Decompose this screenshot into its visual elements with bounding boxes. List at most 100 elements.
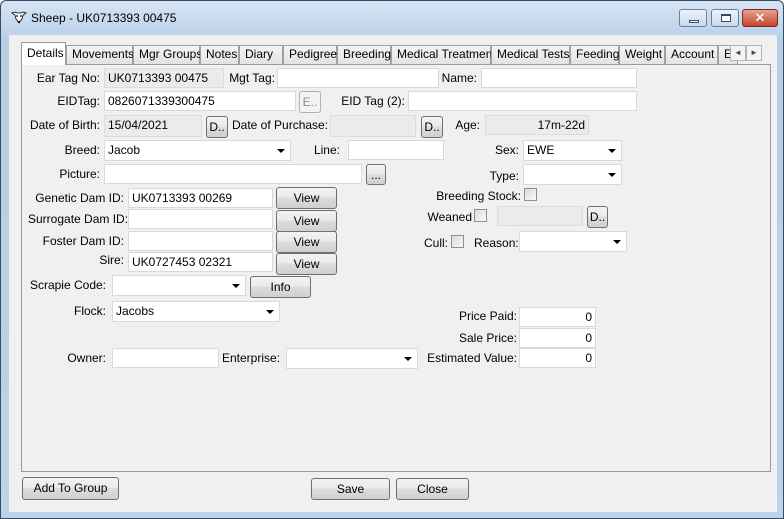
chevron-down-icon — [232, 284, 240, 288]
details-panel: Ear Tag No: UK0713393 00475 Mgt Tag: Nam… — [21, 64, 771, 472]
tab-movements[interactable]: Movements — [66, 45, 134, 64]
flock-value: Jacobs — [116, 304, 155, 318]
flock-label: Flock: — [73, 304, 106, 318]
name-field[interactable] — [481, 68, 637, 88]
close-window-button[interactable]: ✕ — [742, 9, 778, 27]
weaned-date-picker-button[interactable]: D.. — [587, 206, 608, 228]
breeding-stock-checkbox[interactable] — [524, 188, 537, 201]
tab-scroll-right-button[interactable]: ► — [746, 45, 762, 61]
tab-notes[interactable]: Notes — [200, 45, 239, 64]
enterprise-dropdown[interactable] — [286, 348, 418, 369]
eid-tag2-label: EID Tag (2): — [341, 94, 405, 108]
browse-picture-button[interactable]: ... — [366, 164, 386, 185]
ear-tag-label: Ear Tag No: — [36, 71, 100, 85]
enterprise-label: Enterprise: — [222, 351, 281, 365]
title-bar[interactable]: Sheep - UK0713393 00475 ✕ — [1, 1, 783, 35]
close-icon: ✕ — [754, 10, 766, 25]
minimize-button[interactable] — [679, 9, 707, 27]
tab-scroll-left-button[interactable]: ◄ — [730, 45, 746, 61]
breed-label: Breed: — [64, 143, 100, 157]
eid-tag-label: EIDTag: — [57, 94, 100, 108]
dop-field[interactable] — [330, 115, 416, 137]
tab-diary[interactable]: Diary — [239, 45, 283, 64]
chevron-down-icon — [266, 310, 274, 314]
cull-checkbox[interactable] — [451, 235, 464, 248]
sire-field[interactable]: UK0727453 02321 — [128, 252, 273, 272]
dob-label: Date of Birth: — [29, 118, 100, 132]
tab-mgr-groups[interactable]: Mgr Groups — [133, 45, 202, 64]
foster-dam-field[interactable] — [128, 231, 273, 251]
minimize-icon — [689, 20, 699, 23]
add-to-group-button[interactable]: Add To Group — [22, 477, 119, 500]
save-button[interactable]: Save — [311, 478, 390, 500]
scrapie-info-button[interactable]: Info — [250, 276, 311, 298]
sheep-window: Sheep - UK0713393 00475 ✕ Details Moveme… — [0, 0, 784, 519]
view-surrogate-dam-button[interactable]: View — [276, 210, 337, 232]
mgt-tag-label: Mgt Tag: — [229, 71, 275, 85]
view-genetic-dam-button[interactable]: View — [276, 187, 337, 209]
dob-field[interactable]: 15/04/2021 — [104, 115, 202, 137]
flock-dropdown[interactable]: Jacobs — [112, 301, 280, 322]
tab-weight[interactable]: Weight — [619, 45, 665, 64]
picture-field[interactable] — [104, 164, 362, 184]
dob-date-picker-button[interactable]: D.. — [206, 116, 228, 138]
ear-tag-field[interactable]: UK0713393 00475 — [104, 68, 224, 88]
tab-breeding[interactable]: Breeding — [337, 45, 391, 64]
type-dropdown[interactable] — [523, 164, 622, 185]
cull-label: Cull: — [423, 236, 448, 250]
tab-medical-tests[interactable]: Medical Tests — [491, 45, 570, 64]
estimated-value-field[interactable]: 0 — [519, 348, 596, 368]
sale-price-label: Sale Price: — [458, 331, 517, 345]
weaned-date-field[interactable] — [497, 206, 583, 226]
tab-pedigree[interactable]: Pedigree — [283, 45, 337, 64]
estimated-value-label: Estimated Value: — [427, 351, 517, 365]
eid-tag-field[interactable]: 0826071339300475 — [104, 91, 296, 111]
type-label: Type: — [489, 169, 519, 183]
chevron-down-icon — [404, 357, 412, 361]
breed-dropdown[interactable]: Jacob — [104, 140, 291, 161]
eid-tag2-field[interactable] — [408, 91, 637, 111]
chevron-down-icon — [613, 240, 621, 244]
sex-value: EWE — [527, 143, 555, 157]
scrapie-code-dropdown[interactable] — [112, 275, 246, 296]
dop-date-picker-button[interactable]: D.. — [421, 116, 443, 138]
tab-details[interactable]: Details — [21, 42, 66, 65]
sale-price-field[interactable]: 0 — [519, 328, 596, 348]
price-paid-field[interactable]: 0 — [519, 307, 596, 327]
client-area: Details Movements Mgr Groups Notes Diary… — [9, 35, 777, 512]
reason-label: Reason: — [474, 236, 519, 250]
surrogate-dam-label: Surrogate Dam ID: — [28, 212, 129, 226]
eid-edit-button[interactable]: E.. — [299, 91, 321, 113]
tab-medical-treatment[interactable]: Medical Treatment — [391, 45, 496, 64]
breeding-stock-label: Breeding Stock: — [436, 189, 521, 203]
window-title: Sheep - UK0713393 00475 — [31, 11, 177, 25]
owner-field[interactable] — [112, 348, 219, 368]
picture-label: Picture: — [59, 167, 100, 181]
scrapie-code-label: Scrapie Code: — [29, 278, 106, 292]
chevron-down-icon — [608, 173, 616, 177]
owner-label: Owner: — [67, 351, 106, 365]
view-sire-button[interactable]: View — [276, 253, 337, 275]
maximize-icon — [721, 14, 731, 22]
genetic-dam-field[interactable]: UK0713393 00269 — [128, 188, 273, 208]
reason-dropdown[interactable] — [519, 231, 627, 252]
tab-account[interactable]: Account — [665, 45, 718, 64]
sire-label: Sire: — [99, 253, 124, 267]
sex-label: Sex: — [494, 143, 519, 157]
surrogate-dam-field[interactable] — [128, 209, 273, 229]
tab-feeding[interactable]: Feeding — [570, 45, 619, 64]
breed-value: Jacob — [108, 143, 141, 157]
age-field: 17m-22d — [485, 115, 589, 135]
mgt-tag-field[interactable] — [277, 68, 439, 88]
line-field[interactable] — [348, 140, 444, 160]
sex-dropdown[interactable]: EWE — [523, 140, 622, 161]
sheep-icon — [11, 11, 27, 24]
price-paid-label: Price Paid: — [458, 309, 517, 323]
view-foster-dam-button[interactable]: View — [276, 231, 337, 253]
age-label: Age: — [455, 118, 480, 132]
maximize-button[interactable] — [711, 9, 739, 27]
weaned-checkbox[interactable] — [474, 209, 487, 222]
close-button[interactable]: Close — [396, 478, 469, 500]
tab-strip: Details Movements Mgr Groups Notes Diary… — [21, 42, 771, 65]
chevron-down-icon — [608, 149, 616, 153]
